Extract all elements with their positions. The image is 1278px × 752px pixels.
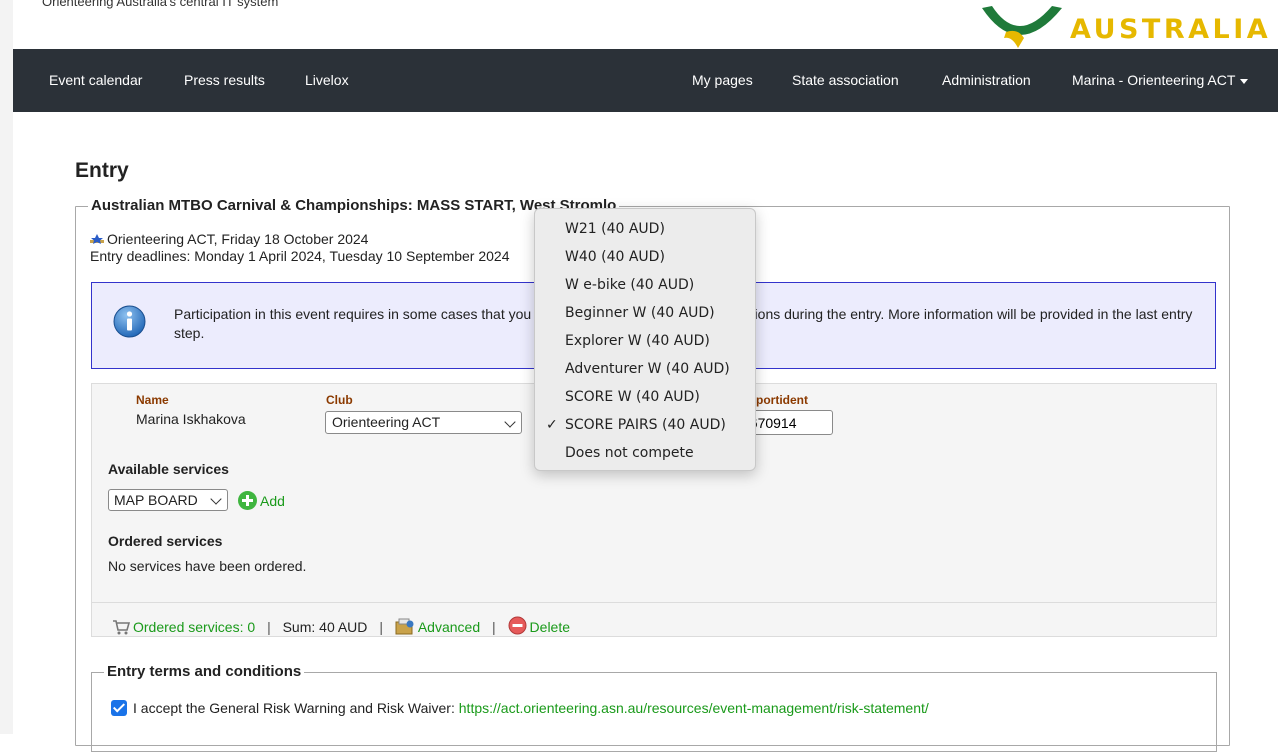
terms-legend: Entry terms and conditions <box>104 663 305 680</box>
club-select-value: Orienteering ACT <box>332 414 441 430</box>
nav-press-results[interactable]: Press results <box>184 72 265 88</box>
separator: | <box>492 619 496 635</box>
delete-link[interactable]: Delete <box>530 619 570 635</box>
page-title: Entry <box>75 159 129 182</box>
entry-deadlines: Entry deadlines: Monday 1 April 2024, Tu… <box>90 248 510 264</box>
separator: | <box>267 619 271 635</box>
accept-terms-checkbox[interactable] <box>111 700 127 716</box>
divider <box>92 602 1216 603</box>
class-option[interactable]: W40 (40 AUD) <box>535 243 755 271</box>
advanced-settings-icon <box>395 618 414 635</box>
terms-fieldset: Entry terms and conditions I accept the … <box>91 663 1217 752</box>
class-option-selected[interactable]: ✓ SCORE PAIRS (40 AUD) <box>535 411 755 439</box>
name-label: Name <box>136 393 169 407</box>
club-select[interactable]: Orienteering ACT <box>325 411 522 434</box>
nav-livelox[interactable]: Livelox <box>305 72 349 88</box>
delete-icon <box>508 616 527 635</box>
class-option[interactable]: W e-bike (40 AUD) <box>535 271 755 299</box>
user-menu-label: Marina - Orienteering ACT <box>1072 72 1236 88</box>
club-label: Club <box>326 393 353 407</box>
main-navbar: Event calendar Press results Livelox My … <box>13 49 1278 112</box>
class-option[interactable]: SCORE W (40 AUD) <box>535 383 755 411</box>
orienteering-australia-logo[interactable]: AUSTRALIA <box>978 0 1278 50</box>
nav-administration[interactable]: Administration <box>942 72 1031 88</box>
info-icon <box>113 305 146 338</box>
state-flag-icon <box>90 234 104 244</box>
service-select-value: MAP BOARD <box>114 492 198 508</box>
no-services-text: No services have been ordered. <box>108 558 307 574</box>
logo-text: AUSTRALIA <box>1070 14 1272 45</box>
advanced-link[interactable]: Advanced <box>418 619 480 635</box>
checkmark-icon: ✓ <box>546 417 558 433</box>
class-option[interactable]: Adventurer W (40 AUD) <box>535 355 755 383</box>
nav-event-calendar[interactable]: Event calendar <box>49 72 142 88</box>
sportident-label: Sportident <box>748 393 808 407</box>
left-gutter <box>0 0 13 734</box>
class-option[interactable]: Explorer W (40 AUD) <box>535 327 755 355</box>
nav-state-association[interactable]: State association <box>792 72 899 88</box>
class-option-label: SCORE PAIRS (40 AUD) <box>565 417 726 433</box>
chevron-down-icon <box>210 493 222 505</box>
participant-name: Marina Iskhakova <box>136 411 246 427</box>
logo-emblem-icon <box>982 6 1062 48</box>
available-services-heading: Available services <box>108 461 229 477</box>
class-option[interactable]: Does not compete <box>535 439 755 467</box>
nav-my-pages[interactable]: My pages <box>692 72 753 88</box>
accept-terms-text: I accept the General Risk Warning and Ri… <box>133 700 455 716</box>
chevron-down-icon <box>504 416 516 428</box>
entry-footer-bar: Ordered services: 0 | Sum: 40 AUD | Adva… <box>112 616 570 635</box>
site-tagline: Orienteering Australia's central IT syst… <box>42 0 279 9</box>
event-info: Orienteering ACT, Friday 18 October 2024… <box>90 231 510 265</box>
risk-statement-link[interactable]: https://act.orienteering.asn.au/resource… <box>459 700 929 716</box>
class-option[interactable]: Beginner W (40 AUD) <box>535 299 755 327</box>
class-option[interactable]: W21 (40 AUD) <box>535 215 755 243</box>
add-label: Add <box>260 493 285 509</box>
nav-user-menu[interactable]: Marina - Orienteering ACT <box>1072 72 1249 88</box>
ordered-services-count[interactable]: Ordered services: 0 <box>133 619 255 635</box>
add-plus-icon <box>238 491 257 510</box>
add-service-button[interactable]: Add <box>238 491 285 510</box>
sum-text: Sum: 40 AUD <box>282 619 368 635</box>
caret-down-icon <box>1240 78 1249 84</box>
class-dropdown-menu: W21 (40 AUD) W40 (40 AUD) W e-bike (40 A… <box>534 208 756 471</box>
terms-row: I accept the General Risk Warning and Ri… <box>111 700 929 716</box>
shopping-cart-icon <box>113 620 130 635</box>
organiser-date: Orienteering ACT, Friday 18 October 2024 <box>107 231 369 247</box>
separator: | <box>379 619 383 635</box>
ordered-services-heading: Ordered services <box>108 533 223 549</box>
service-select[interactable]: MAP BOARD <box>108 489 228 511</box>
